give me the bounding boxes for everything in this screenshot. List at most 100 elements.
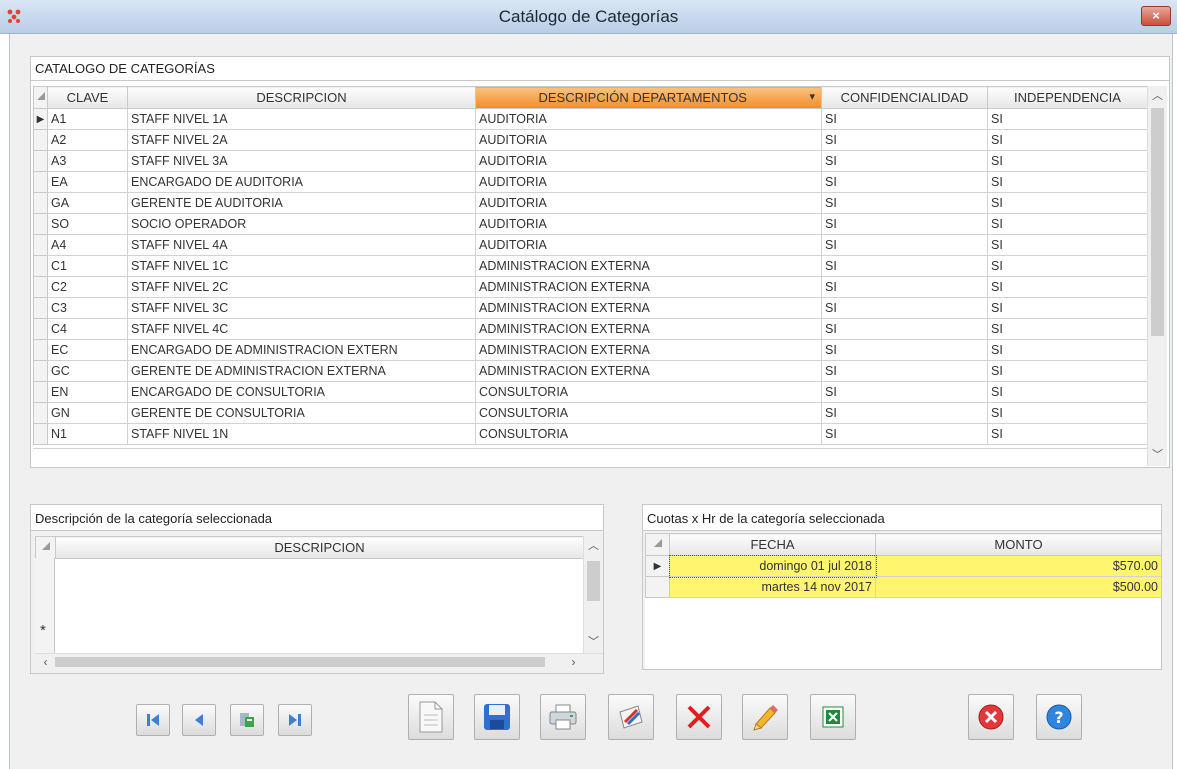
table-row[interactable]: GN GERENTE DE CONSULTORIA CONSULTORIA SI SI xyxy=(33,402,1148,424)
previous-record-button[interactable] xyxy=(182,704,216,736)
table-row[interactable]: A4 STAFF NIVEL 4A AUDITORIA SI SI xyxy=(33,234,1148,256)
cell-descripcion[interactable]: STAFF NIVEL 1A xyxy=(127,108,476,130)
cell-confidencialidad[interactable]: SI xyxy=(821,192,988,214)
cell-fecha[interactable]: domingo 01 jul 2018 xyxy=(668,554,877,578)
row-header[interactable] xyxy=(645,576,670,598)
table-row[interactable]: martes 14 nov 2017 $500.00 xyxy=(645,576,1161,598)
cell-independencia[interactable]: SI xyxy=(987,213,1148,235)
cell-departamento[interactable]: AUDITORIA xyxy=(475,171,822,193)
row-header[interactable] xyxy=(33,255,48,277)
cell-departamento[interactable]: CONSULTORIA xyxy=(475,423,822,445)
scroll-up-icon[interactable]: ︿ xyxy=(584,538,603,555)
cell-independencia[interactable]: SI xyxy=(987,255,1148,277)
table-row[interactable]: ▶ domingo 01 jul 2018 $570.00 xyxy=(645,554,1161,578)
row-header[interactable] xyxy=(33,297,48,319)
row-header[interactable] xyxy=(33,150,48,172)
column-header-confidencialidad[interactable]: CONFIDENCIALIDAD xyxy=(821,86,988,109)
table-row[interactable]: EN ENCARGADO DE CONSULTORIA CONSULTORIA SI S… xyxy=(33,381,1148,403)
cell-departamento[interactable]: AUDITORIA xyxy=(475,108,822,130)
cell-descripcion[interactable]: GERENTE DE AUDITORIA xyxy=(127,192,476,214)
cell-descripcion[interactable]: SOCIO OPERADOR xyxy=(127,213,476,235)
cell-independencia[interactable]: SI xyxy=(987,234,1148,256)
scroll-down-icon[interactable]: ﹀ xyxy=(1148,447,1167,464)
table-row[interactable]: C3 STAFF NIVEL 3C ADMINISTRACION EXTERNA SI… xyxy=(33,297,1148,319)
cell-independencia[interactable]: SI xyxy=(987,171,1148,193)
cell-descripcion[interactable]: STAFF NIVEL 4A xyxy=(127,234,476,256)
rates-corner[interactable] xyxy=(645,533,670,556)
cell-departamento[interactable]: ADMINISTRACION EXTERNA xyxy=(475,318,822,340)
first-record-button[interactable] xyxy=(136,704,170,736)
table-row[interactable]: C1 STAFF NIVEL 1C ADMINISTRACION EXTERNA SI… xyxy=(33,255,1148,277)
cell-confidencialidad[interactable]: SI xyxy=(821,297,988,319)
description-hscroll[interactable]: ‹ › xyxy=(35,653,603,670)
row-header[interactable] xyxy=(33,192,48,214)
table-row[interactable]: N1 STAFF NIVEL 1N CONSULTORIA SI SI xyxy=(33,423,1148,445)
cell-descripcion[interactable]: STAFF NIVEL 1C xyxy=(127,255,476,277)
row-header[interactable]: ▶ xyxy=(645,555,670,577)
table-row[interactable]: ▶ A1 STAFF NIVEL 1A AUDITORIA SI SI xyxy=(33,108,1148,130)
cell-confidencialidad[interactable]: SI xyxy=(821,318,988,340)
description-scroll-thumb[interactable] xyxy=(587,561,600,601)
cell-departamento[interactable]: ADMINISTRACION EXTERNA xyxy=(475,255,822,277)
column-header-descripcion-detail[interactable]: DESCRIPCION xyxy=(55,536,584,559)
cell-descripcion[interactable]: STAFF NIVEL 2A xyxy=(127,129,476,151)
cell-confidencialidad[interactable]: SI xyxy=(821,276,988,298)
cell-departamento[interactable]: ADMINISTRACION EXTERNA xyxy=(475,360,822,382)
table-row[interactable]: GC GERENTE DE ADMINISTRACION EXTERNA ADMIN… xyxy=(33,360,1148,382)
cell-departamento[interactable]: CONSULTORIA xyxy=(475,402,822,424)
cell-confidencialidad[interactable]: SI xyxy=(821,213,988,235)
row-header[interactable] xyxy=(33,381,48,403)
cell-descripcion[interactable]: ENCARGADO DE CONSULTORIA xyxy=(127,381,476,403)
cell-independencia[interactable]: SI xyxy=(987,276,1148,298)
cell-clave[interactable]: GA xyxy=(47,192,128,214)
last-record-button[interactable] xyxy=(278,704,312,736)
column-header-clave[interactable]: CLAVE xyxy=(47,86,128,109)
cell-departamento[interactable]: AUDITORIA xyxy=(475,234,822,256)
cell-departamento[interactable]: ADMINISTRACION EXTERNA xyxy=(475,339,822,361)
close-button[interactable]: × xyxy=(1141,6,1171,26)
cell-departamento[interactable]: ADMINISTRACION EXTERNA xyxy=(475,276,822,298)
cell-independencia[interactable]: SI xyxy=(987,423,1148,445)
cell-confidencialidad[interactable]: SI xyxy=(821,171,988,193)
cell-confidencialidad[interactable]: SI xyxy=(821,402,988,424)
table-row[interactable]: A2 STAFF NIVEL 2A AUDITORIA SI SI xyxy=(33,129,1148,151)
row-header[interactable] xyxy=(33,360,48,382)
table-row[interactable]: SO SOCIO OPERADOR AUDITORIA SI SI xyxy=(33,213,1148,235)
cell-descripcion[interactable]: STAFF NIVEL 3A xyxy=(127,150,476,172)
cell-clave[interactable]: C2 xyxy=(47,276,128,298)
cell-clave[interactable]: EN xyxy=(47,381,128,403)
cell-confidencialidad[interactable]: SI xyxy=(821,255,988,277)
cell-clave[interactable]: EA xyxy=(47,171,128,193)
cell-confidencialidad[interactable]: SI xyxy=(821,381,988,403)
cell-descripcion[interactable]: ENCARGADO DE ADMINISTRACION EXTERN xyxy=(127,339,476,361)
cell-descripcion[interactable]: GERENTE DE CONSULTORIA xyxy=(127,402,476,424)
row-header[interactable] xyxy=(33,402,48,424)
column-header-monto[interactable]: MONTO xyxy=(875,533,1161,556)
cell-descripcion[interactable]: STAFF NIVEL 2C xyxy=(127,276,476,298)
cell-clave[interactable]: A4 xyxy=(47,234,128,256)
cell-clave[interactable]: N1 xyxy=(47,423,128,445)
cell-descripcion[interactable]: GERENTE DE ADMINISTRACION EXTERNA xyxy=(127,360,476,382)
save-button[interactable] xyxy=(474,694,520,740)
print-button[interactable] xyxy=(540,694,586,740)
cell-descripcion[interactable]: ENCARGADO DE AUDITORIA xyxy=(127,171,476,193)
export-excel-button[interactable] xyxy=(810,694,856,740)
table-row[interactable]: C2 STAFF NIVEL 2C ADMINISTRACION EXTERNA SI… xyxy=(33,276,1148,298)
cell-confidencialidad[interactable]: SI xyxy=(821,150,988,172)
cell-departamento[interactable]: ADMINISTRACION EXTERNA xyxy=(475,297,822,319)
edit-form-button[interactable] xyxy=(608,694,654,740)
cell-confidencialidad[interactable]: SI xyxy=(821,360,988,382)
cell-independencia[interactable]: SI xyxy=(987,150,1148,172)
row-header[interactable] xyxy=(33,276,48,298)
cell-independencia[interactable]: SI xyxy=(987,129,1148,151)
cell-confidencialidad[interactable]: SI xyxy=(821,339,988,361)
description-corner[interactable] xyxy=(35,536,56,559)
cell-clave[interactable]: C4 xyxy=(47,318,128,340)
cell-clave[interactable]: A3 xyxy=(47,150,128,172)
cell-departamento[interactable]: AUDITORIA xyxy=(475,150,822,172)
cell-clave[interactable]: C3 xyxy=(47,297,128,319)
row-header[interactable] xyxy=(33,339,48,361)
rates-grid[interactable]: FECHA MONTO ▶ domingo 01 jul 2018 $570.00 m… xyxy=(645,533,1161,669)
table-row[interactable]: GA GERENTE DE AUDITORIA AUDITORIA SI SI xyxy=(33,192,1148,214)
goto-record-button[interactable] xyxy=(230,704,264,736)
